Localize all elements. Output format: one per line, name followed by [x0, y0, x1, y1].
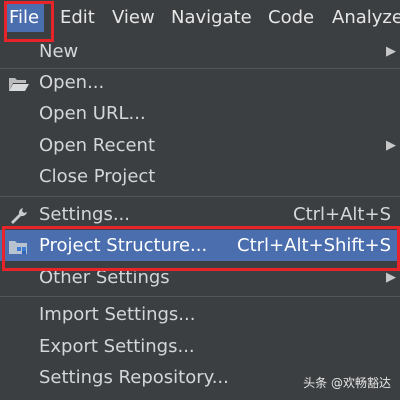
menu-item-project-structure[interactable]: Project Structure... Ctrl+Alt+Shift+S	[0, 230, 400, 261]
folder-open-icon	[8, 73, 30, 93]
menu-item-settings[interactable]: Settings... Ctrl+Alt+S	[0, 199, 400, 230]
menu-item-settings-label: Settings...	[39, 204, 130, 225]
menu-item-open-url-label: Open URL...	[39, 103, 146, 124]
project-structure-icon	[8, 236, 30, 256]
submenu-arrow-icon: ▶	[386, 270, 396, 285]
menu-item-open-recent[interactable]: Open Recent ▶	[0, 130, 400, 161]
menu-item-export-settings[interactable]: Export Settings...	[0, 331, 400, 362]
menu-item-other-settings[interactable]: Other Settings ▶	[0, 262, 400, 293]
menu-item-settings-repository-label: Settings Repository...	[39, 367, 229, 388]
menu-item-project-structure-shortcut: Ctrl+Alt+Shift+S	[237, 235, 391, 256]
menu-bar: File Edit View Navigate Code Analyze	[0, 0, 400, 36]
menu-item-project-structure-label: Project Structure...	[39, 235, 208, 256]
menu-item-new-label: New	[39, 41, 79, 62]
menu-code[interactable]: Code	[263, 4, 319, 32]
menu-item-import-settings[interactable]: Import Settings...	[0, 299, 400, 330]
menu-analyze[interactable]: Analyze	[327, 4, 400, 32]
menu-item-open[interactable]: Open...	[0, 67, 400, 98]
menu-navigate-label: Navigate	[171, 7, 252, 28]
submenu-arrow-icon: ▶	[386, 138, 396, 153]
menu-item-export-settings-label: Export Settings...	[39, 336, 195, 357]
menu-edit[interactable]: Edit	[55, 4, 100, 32]
menu-item-open-recent-label: Open Recent	[39, 135, 156, 156]
file-menu-dropdown: New ▶ Open... Open URL... Open Recent ▶ …	[0, 36, 400, 400]
menu-edit-label: Edit	[60, 7, 95, 28]
menu-item-settings-shortcut: Ctrl+Alt+S	[293, 204, 391, 225]
menu-item-close-project-label: Close Project	[39, 166, 156, 187]
menu-navigate[interactable]: Navigate	[166, 4, 257, 32]
menu-item-close-project[interactable]: Close Project	[0, 161, 400, 192]
menu-file[interactable]: File	[4, 4, 45, 32]
menu-item-import-settings-label: Import Settings...	[39, 304, 196, 325]
menu-item-open-url[interactable]: Open URL...	[0, 98, 400, 129]
menu-separator	[0, 296, 400, 297]
submenu-arrow-icon: ▶	[386, 44, 396, 59]
menu-view[interactable]: View	[107, 4, 160, 32]
menu-analyze-label: Analyze	[332, 7, 400, 28]
menu-code-label: Code	[268, 7, 315, 28]
menu-view-label: View	[112, 7, 155, 28]
menu-item-new[interactable]: New ▶	[0, 36, 400, 67]
menu-item-open-label: Open...	[39, 72, 105, 93]
watermark: 头条 @欢畅豁达	[303, 376, 391, 390]
menu-item-other-settings-label: Other Settings	[39, 267, 170, 288]
wrench-icon	[8, 205, 30, 225]
menu-separator	[0, 196, 400, 197]
menu-file-label: File	[9, 7, 40, 28]
